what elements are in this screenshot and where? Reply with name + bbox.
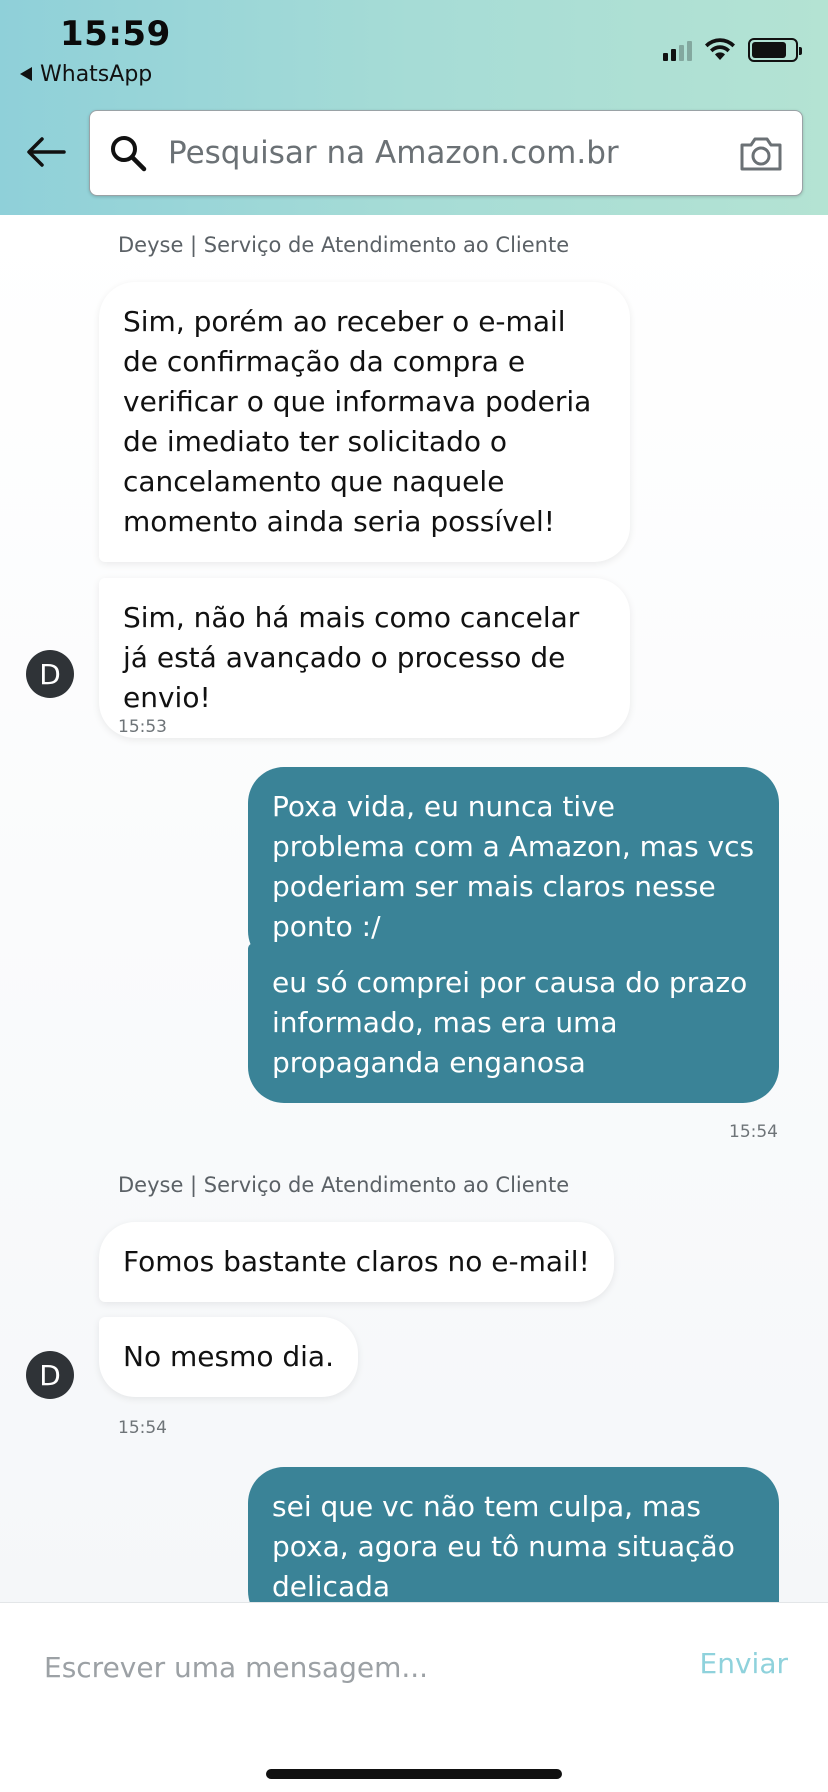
wifi-icon [705, 38, 735, 60]
message-timestamp: 15:54 [729, 1122, 778, 1142]
chat-thread[interactable]: Deyse | Serviço de Atendimento ao Client… [0, 215, 828, 1602]
incoming-message: Sim, não há mais como cancelar já está a… [99, 578, 630, 738]
outgoing-message: eu só comprei por causa do prazo informa… [248, 943, 779, 1103]
agent-name-label: Deyse | Serviço de Atendimento ao Client… [118, 233, 570, 257]
search-icon [111, 136, 147, 172]
incoming-message: Sim, porém ao receber o e-mail de confir… [99, 282, 630, 562]
camera-icon[interactable] [738, 135, 784, 173]
back-app-label: WhatsApp [40, 61, 153, 87]
cellular-signal-icon [663, 39, 692, 61]
back-triangle-icon [20, 67, 32, 81]
message-composer: Enviar [0, 1602, 828, 1792]
outgoing-message: Poxa vida, eu nunca tive problema com a … [248, 767, 779, 967]
back-to-whatsapp-link[interactable]: WhatsApp [20, 60, 152, 88]
search-bar[interactable] [89, 110, 803, 196]
send-button[interactable]: Enviar [700, 1647, 788, 1680]
app-header: 15:59 WhatsApp [0, 0, 828, 215]
arrow-left-icon [27, 137, 66, 167]
message-timestamp: 15:54 [118, 1418, 167, 1438]
agent-avatar: D [26, 650, 74, 698]
home-indicator [266, 1769, 562, 1779]
incoming-message: No mesmo dia. [99, 1317, 358, 1397]
outgoing-message: sei que vc não tem culpa, mas poxa, agor… [248, 1467, 779, 1602]
agent-name-label: Deyse | Serviço de Atendimento ao Client… [118, 1173, 570, 1197]
status-icons [663, 36, 802, 64]
agent-avatar: D [26, 1351, 74, 1399]
status-time: 15:59 [60, 14, 171, 54]
battery-icon [748, 38, 802, 62]
incoming-message: Fomos bastante claros no e-mail! [99, 1222, 614, 1302]
message-input[interactable] [44, 1645, 644, 1689]
nav-back-button[interactable] [24, 130, 68, 174]
message-timestamp: 15:53 [118, 717, 167, 737]
search-input[interactable] [168, 135, 728, 171]
